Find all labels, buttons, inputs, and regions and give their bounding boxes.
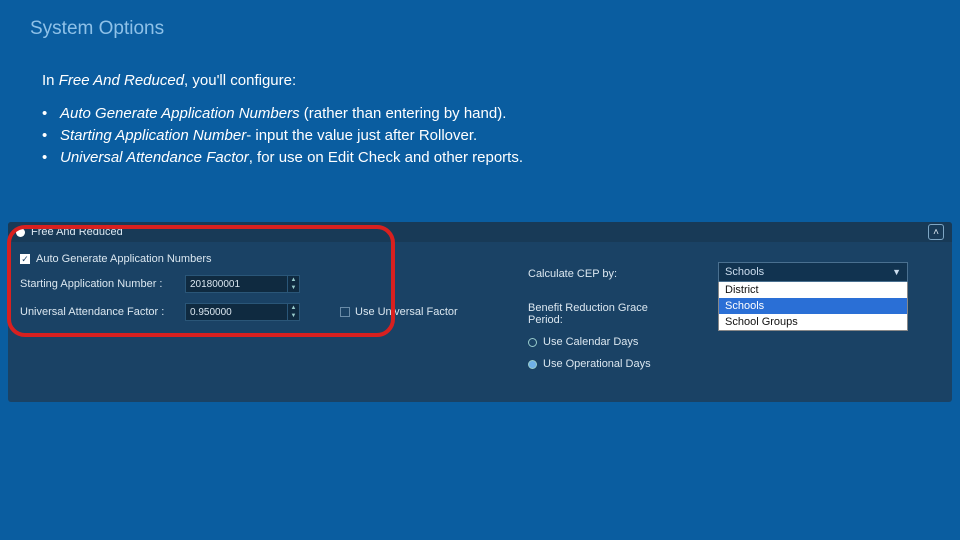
section-radio-icon <box>16 228 25 237</box>
list-item: Auto Generate Application Numbers (rathe… <box>42 103 960 125</box>
radio-calendar[interactable]: Use Calendar Days <box>528 336 668 348</box>
bullet-em: Starting Application Number <box>60 127 246 144</box>
useuf-label: Use Universal Factor <box>355 306 458 318</box>
radio-icon <box>528 360 537 369</box>
benefit-label: Benefit Reduction Grace Period: <box>528 302 668 326</box>
cep-dropdown[interactable]: Schools ▼ District Schools School Groups <box>718 262 908 331</box>
start-app-input[interactable]: 201800001 ▲▼ <box>185 275 300 293</box>
page-title: System Options <box>0 0 960 40</box>
bullet-em: Universal Attendance Factor <box>60 149 249 166</box>
stepper-icon[interactable]: ▲▼ <box>287 276 299 292</box>
stepper-icon[interactable]: ▲▼ <box>287 304 299 320</box>
panel-header-label: Free And Reduced <box>31 226 123 238</box>
chevron-down-icon: ▼ <box>892 267 901 277</box>
intro-prefix: In <box>42 72 59 89</box>
settings-panel: Free And Reduced ˄ ✓ Auto Generate Appli… <box>8 222 952 402</box>
bullet-text: - input the value just after Rollover. <box>246 127 477 144</box>
use-universal-factor[interactable]: Use Universal Factor <box>340 306 458 318</box>
checkbox-useuf[interactable] <box>340 307 350 317</box>
uaf-label: Universal Attendance Factor : <box>20 306 185 318</box>
bullet-text: , for use on Edit Check and other report… <box>249 149 523 166</box>
autogen-label: Auto Generate Application Numbers <box>36 253 212 265</box>
uaf-value: 0.950000 <box>190 307 232 318</box>
dropdown-value: Schools <box>725 266 764 278</box>
radio-icon <box>528 338 537 347</box>
intro-line: In Free And Reduced, you'll configure: <box>0 40 960 89</box>
intro-section: Free And Reduced <box>59 72 184 89</box>
dropdown-list: District Schools School Groups <box>718 282 908 331</box>
radio-calendar-label: Use Calendar Days <box>543 336 638 348</box>
start-app-value: 201800001 <box>190 279 240 290</box>
dropdown-option[interactable]: Schools <box>719 298 907 314</box>
collapse-icon[interactable]: ˄ <box>928 224 944 240</box>
calc-cep-label: Calculate CEP by: <box>528 268 668 280</box>
panel-header[interactable]: Free And Reduced ˄ <box>8 222 952 242</box>
radio-operational-label: Use Operational Days <box>543 358 651 370</box>
bullet-text: (rather than entering by hand). <box>300 105 507 122</box>
start-app-label: Starting Application Number : <box>20 278 185 290</box>
radio-operational[interactable]: Use Operational Days <box>528 358 668 370</box>
right-column: Calculate CEP by: Benefit Reduction Grac… <box>528 268 668 380</box>
intro-suffix: , you'll configure: <box>184 72 296 89</box>
bullet-list: Auto Generate Application Numbers (rathe… <box>0 89 960 168</box>
dropdown-selected[interactable]: Schools ▼ <box>718 262 908 282</box>
list-item: Universal Attendance Factor, for use on … <box>42 147 960 169</box>
checkbox-autogen[interactable]: ✓ <box>20 254 30 264</box>
uaf-input[interactable]: 0.950000 ▲▼ <box>185 303 300 321</box>
dropdown-option[interactable]: School Groups <box>719 314 907 330</box>
bullet-em: Auto Generate Application Numbers <box>60 105 300 122</box>
list-item: Starting Application Number- input the v… <box>42 125 960 147</box>
dropdown-option[interactable]: District <box>719 282 907 298</box>
